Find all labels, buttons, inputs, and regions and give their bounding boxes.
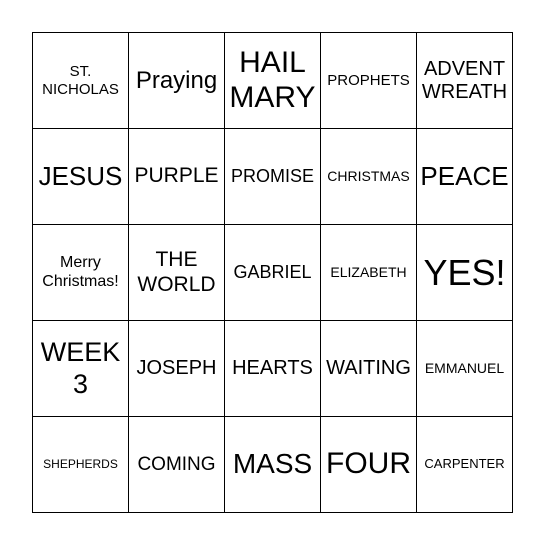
bingo-cell[interactable]: ST. NICHOLAS (33, 33, 129, 129)
bingo-cell[interactable]: Praying (129, 33, 225, 129)
bingo-cell[interactable]: JESUS (33, 129, 129, 225)
bingo-cell[interactable]: MASS (225, 417, 321, 513)
bingo-cell[interactable]: CHRISTMAS (321, 129, 417, 225)
bingo-cell[interactable]: YES! (417, 225, 513, 321)
bingo-cell[interactable]: Merry Christmas! (33, 225, 129, 321)
bingo-cell[interactable]: COMING (129, 417, 225, 513)
bingo-cell[interactable]: PROPHETS (321, 33, 417, 129)
bingo-cell[interactable]: THE WORLD (129, 225, 225, 321)
bingo-cell[interactable]: FOUR (321, 417, 417, 513)
bingo-cell[interactable]: HAIL MARY (225, 33, 321, 129)
bingo-grid: ST. NICHOLAS Praying HAIL MARY PROPHETS ADVE… (32, 32, 513, 513)
bingo-cell[interactable]: GABRIEL (225, 225, 321, 321)
bingo-cell[interactable]: PROMISE (225, 129, 321, 225)
bingo-cell[interactable]: ELIZABETH (321, 225, 417, 321)
bingo-cell[interactable]: CARPENTER (417, 417, 513, 513)
bingo-cell[interactable]: PURPLE (129, 129, 225, 225)
bingo-cell[interactable]: HEARTS (225, 321, 321, 417)
bingo-cell[interactable]: WAITING (321, 321, 417, 417)
bingo-cell[interactable]: WEEK 3 (33, 321, 129, 417)
bingo-cell[interactable]: PEACE (417, 129, 513, 225)
bingo-cell[interactable]: JOSEPH (129, 321, 225, 417)
bingo-cell[interactable]: SHEPHERDS (33, 417, 129, 513)
bingo-cell[interactable]: ADVENT WREATH (417, 33, 513, 129)
bingo-cell[interactable]: EMMANUEL (417, 321, 513, 417)
